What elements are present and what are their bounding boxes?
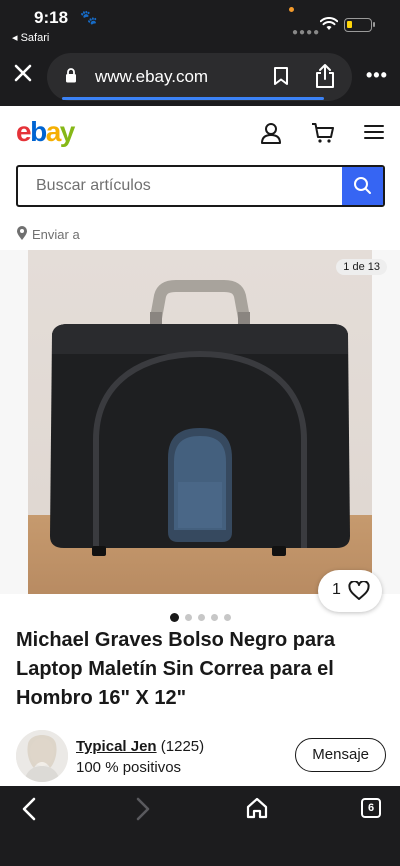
cellular-signal-icon: ●●●● [292,27,321,38]
paw-icon: 🐾 [80,9,98,25]
carousel-dot[interactable] [210,614,218,621]
carousel-dot[interactable] [184,614,192,621]
address-field[interactable]: www.ebay.com [47,53,352,101]
message-button[interactable]: Mensaje [295,738,386,772]
search-input[interactable]: Buscar artículos [36,177,151,195]
image-counter: 1 de 13 [336,259,387,275]
more-options-icon[interactable]: ••• [366,65,388,86]
seller-avatar[interactable] [16,730,68,782]
web-page: ebay Buscar artículos Enviar a 1 de 13 1… [0,106,400,786]
location-pin-icon [17,226,27,240]
back-to-app-link[interactable]: ◂ Safari [12,31,49,44]
heart-icon [348,581,370,600]
watch-count: 1 [332,581,341,598]
logo-letter-b: b [30,116,47,147]
share-icon[interactable] [315,63,335,89]
search-bar[interactable]: Buscar artículos [16,165,385,207]
battery-icon [344,18,375,32]
lock-icon [66,68,76,83]
carousel-dot[interactable] [169,613,179,622]
forward-icon[interactable] [134,796,152,822]
ebay-logo[interactable]: ebay [16,116,76,148]
cart-icon[interactable] [311,122,335,144]
home-icon[interactable] [246,796,268,820]
product-image[interactable] [28,250,372,594]
status-bar: 9:18 🐾 ◂ Safari ●●●● [0,0,400,50]
laptop-bag-image [50,280,350,556]
bookmark-icon[interactable] [273,66,289,86]
search-icon [354,177,371,194]
product-image-carousel[interactable]: 1 de 13 1 [0,250,400,612]
close-icon[interactable] [12,62,34,84]
logo-letter-a: a [45,116,62,147]
carousel-dot[interactable] [197,614,205,621]
search-button[interactable] [342,167,383,205]
seller-avatar-image [16,730,68,782]
seller-feedback-count: (1225) [160,738,205,755]
watch-button[interactable]: 1 [318,570,382,612]
page-load-progress [62,97,324,100]
url-text: www.ebay.com [95,67,209,86]
seller-name-line: Typical Jen (1225) [76,738,204,755]
browser-toolbar: 6 [0,786,400,866]
browser-url-bar: www.ebay.com ••• [0,50,400,106]
seller-card: Typical Jen (1225) 100 % positivos Mensa… [16,730,386,784]
seller-name-link[interactable]: Typical Jen [76,738,157,755]
logo-letter-y: y [59,116,76,147]
status-time: 9:18 [34,8,69,27]
wifi-icon [320,17,338,30]
menu-icon[interactable] [364,124,384,140]
privacy-indicator-icon [289,7,294,12]
ship-to-link[interactable]: Enviar a [16,225,80,242]
seller-positive-feedback: 100 % positivos [76,759,182,776]
ship-to-label: Enviar a [32,227,80,242]
carousel-pagination[interactable] [0,608,400,626]
back-icon[interactable] [20,796,38,822]
logo-letter-e: e [16,116,32,147]
tabs-button[interactable]: 6 [361,798,381,818]
account-icon[interactable] [260,122,282,144]
listing-title: Michael Graves Bolso Negro para Laptop M… [16,629,336,709]
carousel-dot[interactable] [223,614,231,621]
